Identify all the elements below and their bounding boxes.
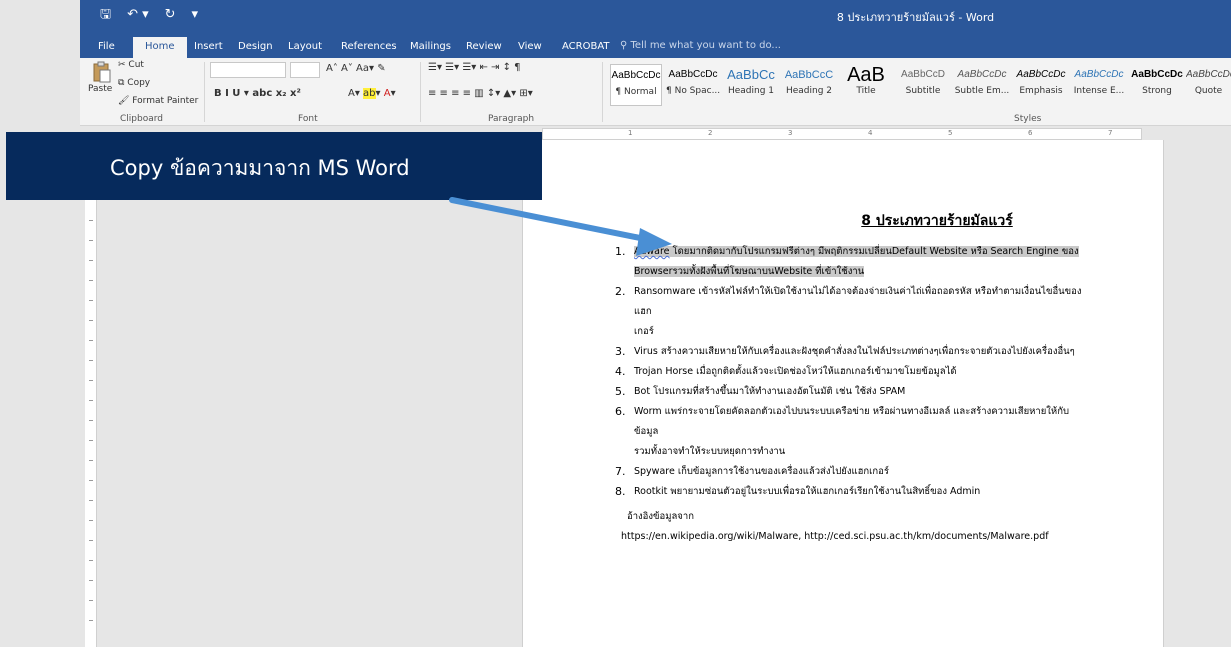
arrow-icon (449, 197, 672, 256)
